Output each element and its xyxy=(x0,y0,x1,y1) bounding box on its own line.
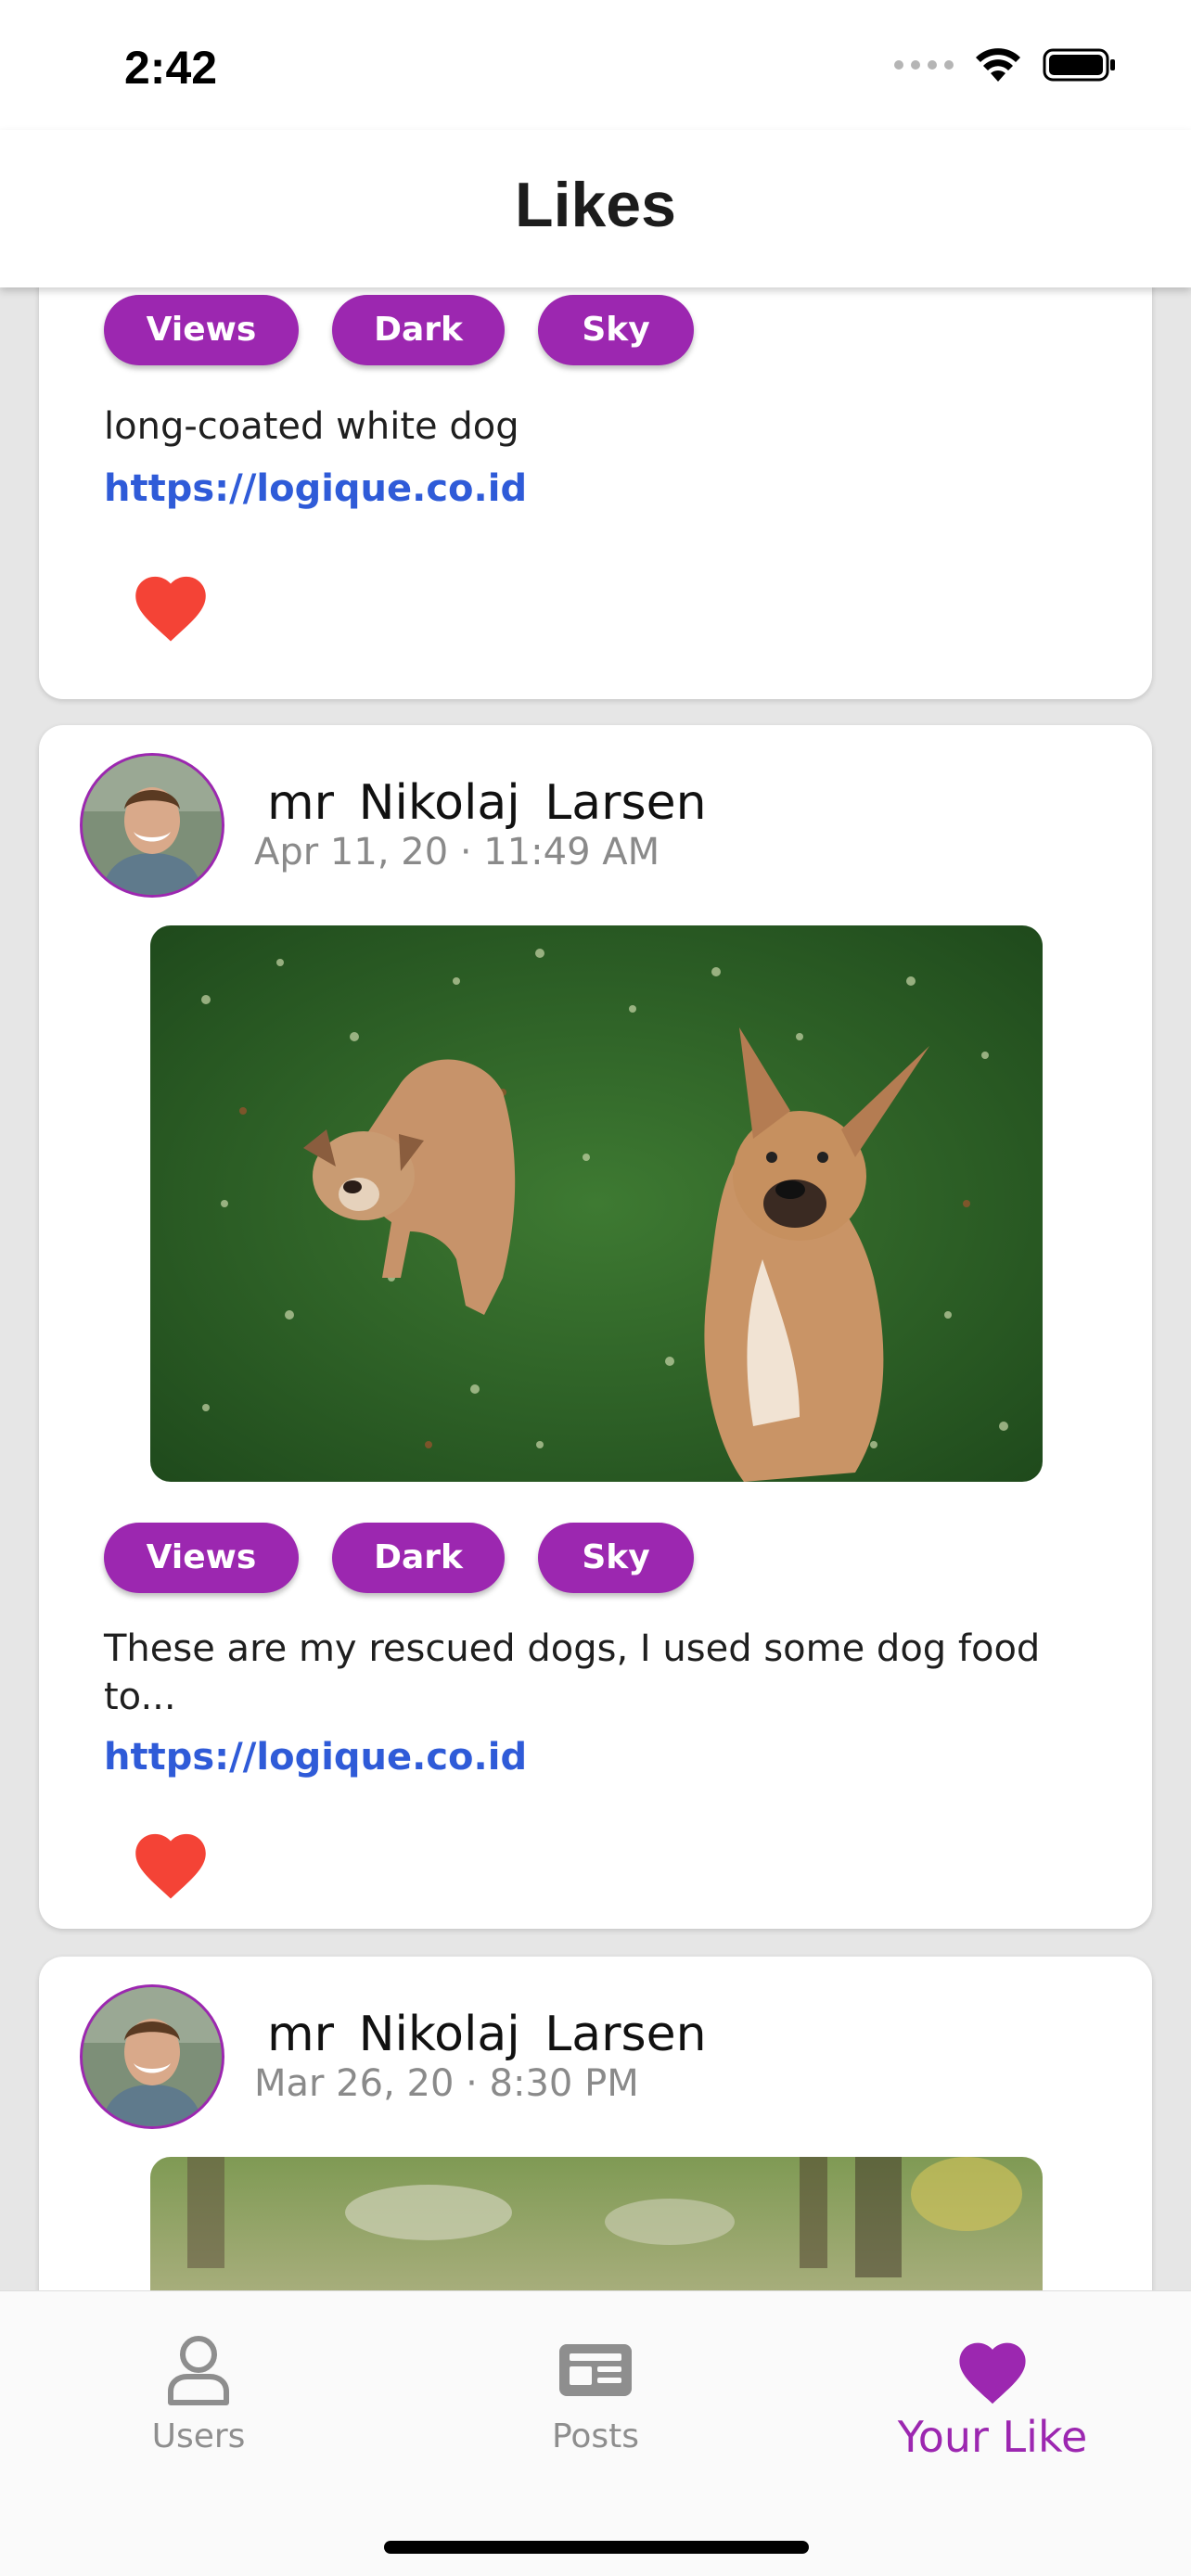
tab-your-like[interactable]: Your Like xyxy=(794,2328,1191,2462)
post-link[interactable]: https://logique.co.id xyxy=(104,1736,527,1779)
tag-list: Views Dark Sky xyxy=(104,295,694,365)
tag-chip[interactable]: Views xyxy=(104,1523,299,1593)
heart-icon xyxy=(959,2342,1026,2404)
user-icon xyxy=(168,2336,229,2405)
avatar[interactable] xyxy=(80,1984,224,2129)
post-description: long-coated white dog xyxy=(104,405,519,448)
likes-feed[interactable]: Views Dark Sky long-coated white dog htt… xyxy=(0,287,1191,2290)
post-link[interactable]: https://logique.co.id xyxy=(104,467,527,510)
tag-chip[interactable]: Dark xyxy=(332,1523,505,1593)
post-card: mr Nikolaj Larsen Mar 26, 20 · 8:30 PM xyxy=(39,1957,1152,2290)
tab-users-label: Users xyxy=(151,2417,246,2455)
avatar-photo xyxy=(83,1987,222,2126)
tab-posts-label: Posts xyxy=(551,2417,640,2455)
heart-icon[interactable] xyxy=(130,567,211,644)
post-date: Mar 26, 20 · 8:30 PM xyxy=(254,2062,639,2105)
post-card: Views Dark Sky long-coated white dog htt… xyxy=(39,287,1152,699)
author-name[interactable]: mr Nikolaj Larsen xyxy=(267,775,707,831)
status-bar: 2:42 xyxy=(0,0,1191,130)
post-card: mr Nikolaj Larsen Apr 11, 20 · 11:49 AM xyxy=(39,725,1152,1929)
heart-icon[interactable] xyxy=(130,1825,211,1901)
tag-chip[interactable]: Sky xyxy=(538,1523,694,1593)
avatar-photo xyxy=(83,756,222,895)
park-photo xyxy=(150,2157,1043,2290)
status-icons xyxy=(894,46,1117,83)
tab-your-like-label: Your Like xyxy=(897,2412,1088,2462)
cellular-signal-icon xyxy=(894,60,954,70)
page-title: Likes xyxy=(515,170,676,240)
tag-chip[interactable]: Sky xyxy=(538,295,694,365)
home-indicator[interactable] xyxy=(384,2541,809,2554)
wifi-icon xyxy=(976,48,1020,82)
tab-users[interactable]: Users xyxy=(0,2328,397,2455)
tab-bar: Users Posts Your Like xyxy=(0,2290,1191,2576)
tag-chip[interactable]: Dark xyxy=(332,295,505,365)
post-description: These are my rescued dogs, I used some d… xyxy=(104,1627,1041,1718)
battery-icon xyxy=(1043,48,1115,82)
dogs-photo xyxy=(150,925,1043,1482)
newspaper-icon xyxy=(559,2344,632,2396)
post-image[interactable] xyxy=(150,925,1043,1482)
status-time: 2:42 xyxy=(124,42,218,94)
post-date: Apr 11, 20 · 11:49 AM xyxy=(254,831,660,874)
author-name[interactable]: mr Nikolaj Larsen xyxy=(267,2007,707,2062)
navigation-bar: Likes xyxy=(0,130,1191,287)
post-image[interactable] xyxy=(150,2157,1043,2290)
tag-chip[interactable]: Views xyxy=(104,295,299,365)
tag-list: Views Dark Sky xyxy=(104,1523,694,1593)
tab-posts[interactable]: Posts xyxy=(397,2328,794,2455)
avatar[interactable] xyxy=(80,753,224,898)
